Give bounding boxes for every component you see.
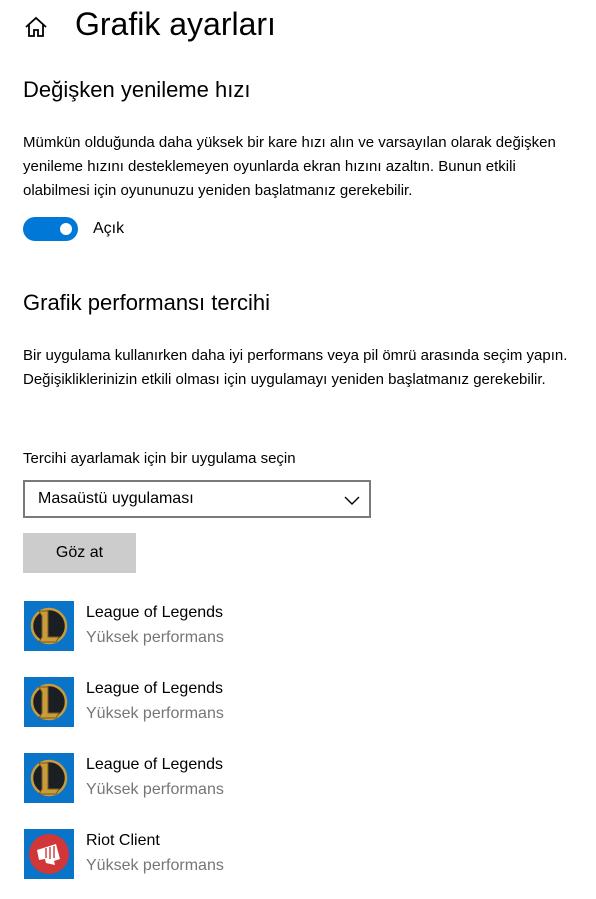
app-list-item[interactable]: League of Legends Yüksek performans: [23, 601, 583, 653]
app-list-item[interactable]: League of Legends Yüksek performans: [23, 753, 583, 805]
app-list-item[interactable]: League of Legends Yüksek performans: [23, 677, 583, 729]
variable-refresh-heading: Değişken yenileme hızı: [23, 77, 251, 102]
app-type-dropdown-value: Masaüstü uygulaması: [38, 490, 194, 507]
app-preference: Yüksek performans: [86, 629, 224, 646]
app-name: League of Legends: [86, 604, 224, 621]
browse-button[interactable]: Göz at: [23, 533, 136, 573]
app-name: Riot Client: [86, 832, 160, 849]
app-type-dropdown[interactable]: Masaüstü uygulaması: [23, 480, 371, 518]
league-of-legends-icon: [24, 601, 74, 651]
riot-client-icon: [24, 829, 74, 879]
app-preference: Yüksek performans: [86, 781, 224, 798]
app-name: League of Legends: [86, 680, 224, 697]
league-of-legends-icon: [24, 753, 74, 803]
variable-refresh-toggle[interactable]: [23, 217, 78, 241]
toggle-knob: [60, 223, 72, 235]
graphics-pref-description: Bir uygulama kullanırken daha iyi perfor…: [23, 347, 568, 388]
header: Grafik ayarları: [0, 0, 596, 60]
chevron-down-icon: [344, 493, 360, 505]
home-icon[interactable]: [24, 15, 48, 39]
graphics-pref-heading: Grafik performansı tercihi: [23, 290, 270, 315]
variable-refresh-description: Mümkün olduğunda daha yüksek bir kare hı…: [23, 134, 556, 199]
app-list-item[interactable]: Riot Client Yüksek performans: [23, 829, 583, 881]
page-title: Grafik ayarları: [75, 6, 276, 42]
app-preference: Yüksek performans: [86, 705, 224, 722]
app-preference: Yüksek performans: [86, 857, 224, 874]
toggle-state-label: Açık: [93, 220, 125, 237]
league-of-legends-icon: [24, 677, 74, 727]
app-type-select-label: Tercihi ayarlamak için bir uygulama seçi…: [23, 450, 296, 467]
app-name: League of Legends: [86, 756, 224, 773]
